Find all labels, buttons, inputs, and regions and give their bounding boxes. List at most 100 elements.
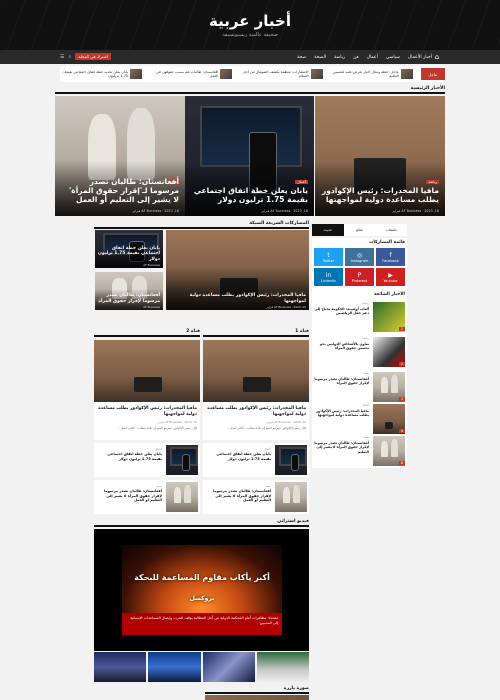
video-thumbnails	[94, 652, 309, 682]
video-player[interactable]: أكبر يأكاب مقاوم المساعمة للبحكة بروكسل …	[94, 529, 309, 651]
linkedin-icon: in	[325, 271, 332, 279]
tab-popular[interactable]: شائع	[343, 224, 376, 236]
hero-title[interactable]: يابان يعلن خطة اتفاق اجتماعي بقيمة 1.75 …	[190, 186, 308, 204]
popular-category[interactable]: أعمال	[362, 403, 369, 407]
small-card-title[interactable]: أفغانستان: طالبان تصدر مرسوما لإقرار حقو…	[98, 293, 160, 304]
popular-item[interactable]: 4 أعمال مافيا المخدرات: رئيس الإكوادور ي…	[314, 402, 405, 436]
youtube-icon: ▶	[388, 271, 393, 279]
ticker-text[interactable]: عاجل: خطة ومثال أخبار تعرض عليه لتحسين ا…	[331, 70, 399, 79]
nav-item-wellness[interactable]: صحة	[297, 55, 306, 60]
ticker-arrows-icon[interactable]: ‹ ›	[62, 70, 68, 76]
list-category[interactable]: أعمال	[155, 447, 162, 451]
section-header-quick: المشاركات السريعة الشبكة	[94, 221, 309, 229]
ticker-item[interactable]: أفغانستان: طالبات تلم بسبب حقوقهن في الع…	[150, 69, 233, 79]
popular-category[interactable]: رياضة	[362, 336, 369, 340]
popular-title[interactable]: تعاون بالأشخاص الدوليين نحو تحسين حقوق ا…	[314, 342, 369, 351]
pinterest-button[interactable]: P Pinterest	[345, 268, 374, 286]
pinterest-icon: P	[357, 271, 362, 279]
popular-item[interactable]: 3 صحة أفغانستان: طالبان تصدر مرسوما لإقر…	[314, 370, 405, 404]
list-title[interactable]: يابان يعلن خطة اتفاق اجتماعي بقيمة 1.75 …	[206, 452, 271, 461]
popular-title[interactable]: مافيا المخدرات: رئيس الإكوادور يطلب مساع…	[314, 409, 369, 418]
hero-card[interactable]: رياضة مافيا المخدرات: رئيس الإكوادور يطل…	[315, 96, 445, 216]
list-item[interactable]: أعمال يابان يعلن خطة اتفاق اجتماعي بقيمة…	[203, 443, 309, 477]
article-image	[203, 340, 309, 402]
popular-category[interactable]: صحة	[363, 435, 369, 439]
tab-recent[interactable]: حديث	[311, 224, 344, 236]
list-category[interactable]: صحة	[156, 484, 162, 488]
popular-title[interactable]: أفغانستان: طالبان تصدر مرسوما لإقرار حقو…	[314, 377, 369, 386]
article-card[interactable]: مافيا المخدرات: رئيس الإكوادور يطلب مساع…	[94, 340, 200, 440]
small-card[interactable]: يابان يعلن خطة اتفاق اجتماعي بقيمة 1.75 …	[95, 230, 163, 268]
popular-title[interactable]: أفغانستان: طالبان تصدر مرسوما لإقرار حقو…	[314, 441, 369, 454]
site-title[interactable]: أخبار عربية	[0, 12, 500, 30]
list-thumb	[166, 445, 198, 475]
article-title[interactable]: مافيا المخدرات: رئيس الإكوادور يطلب مساع…	[206, 406, 306, 417]
list-item[interactable]: صحة أفغانستان: طالبان تصدر مرسوما لإقرار…	[203, 480, 309, 514]
popular-category[interactable]: صحة	[363, 371, 369, 375]
article-image	[94, 340, 200, 402]
popular-title[interactable]: ألعاب أولمبية: الحكومة تحتاج إلى دعم حفل…	[314, 307, 369, 316]
category-badge[interactable]: رياضة	[426, 180, 439, 184]
list-title[interactable]: أفغانستان: طالبان تصدر مرسوما لإقرار حقو…	[97, 489, 162, 503]
section-title: صورة بارزة	[283, 686, 309, 691]
hero-title[interactable]: أفغانستان: طالبان تصدر مرسوما لـ'إقرار ح…	[61, 177, 179, 204]
hero-card[interactable]: أعمال يابان يعلن خطة اتفاق اجتماعي بقيمة…	[184, 96, 314, 216]
nav-item-health[interactable]: الصحة	[314, 55, 326, 60]
article-card[interactable]: مافيا المخدرات: رئيس الإكوادور يطلب مساع…	[203, 340, 309, 440]
facebook-button[interactable]: f Facebook	[376, 248, 405, 266]
site-tagline: صحيفة عالمية ريسبونسيفة	[222, 32, 278, 38]
hero-card[interactable]: صحة أفغانستان: طالبان تصدر مرسوما لـ'إقر…	[55, 96, 185, 216]
video-thumb[interactable]	[94, 652, 147, 682]
list-title[interactable]: أفغانستان: طالبان تصدر مرسوما لإقرار حقو…	[206, 489, 271, 503]
tab-comments[interactable]: تعليقات	[375, 224, 407, 236]
popular-item[interactable]: 1 رياضة ألعاب أولمبية: الحكومة تحتاج إلى…	[314, 300, 405, 334]
nav-item-sports[interactable]: رياضة	[334, 55, 345, 60]
home-icon[interactable]: ⌂	[432, 50, 442, 64]
hero-title[interactable]: مافيا المخدرات: رئيس الإكوادور يطلب مساع…	[321, 186, 439, 204]
featured-title[interactable]: مافيا المخدرات: رئيس الإكوادور يطلب مساع…	[169, 293, 306, 304]
list-category[interactable]: أعمال	[264, 447, 271, 451]
section-header-channel-1: قناة 1	[203, 329, 309, 337]
featured-card[interactable]: مافيا المخدرات: رئيس الإكوادور يطلب مساع…	[166, 230, 309, 310]
subscribe-button[interactable]: اشترك في المجلة	[75, 53, 111, 60]
hero-meta: AF Business · 2023 ,16 فبراير	[392, 209, 439, 213]
article-meta: AF Business · 2023 ,16 فبراير	[157, 420, 197, 424]
list-item[interactable]: صحة أفغانستان: طالبان تصدر مرسوما لإقرار…	[94, 480, 200, 514]
search-icon[interactable]: ⌕	[68, 54, 71, 60]
video-thumb[interactable]	[202, 652, 255, 682]
twitter-button[interactable]: t Twitter	[314, 248, 343, 266]
nav-item-politics[interactable]: سياسي	[386, 55, 400, 60]
nav-item-business[interactable]: أخبار الأعمال	[408, 55, 432, 60]
small-card-title[interactable]: يابان يعلن خطة اتفاق اجتماعي بقيمة 1.75 …	[98, 246, 160, 263]
ticker-item[interactable]: عاجل: خطة ومثال أخبار تعرض عليه لتحسين ا…	[331, 69, 413, 79]
video-thumb[interactable]	[256, 652, 309, 682]
instagram-button[interactable]: ◎ Instagram	[345, 248, 374, 266]
linkedin-button[interactable]: in LinkedIn	[314, 268, 343, 286]
sidebar-title: الأخبار الشائعة	[374, 292, 405, 297]
video-thumb[interactable]	[148, 652, 201, 682]
list-title[interactable]: يابان يعلن خطة اتفاق اجتماعي بقيمة 1.75 …	[97, 452, 162, 461]
section-header-bottom: صورة بارزة	[205, 686, 309, 694]
ticker-text[interactable]: الانتشارات: منظمة تكشف الصومال من أجل ال…	[240, 70, 309, 79]
popular-item[interactable]: 2 رياضة تعاون بالأشخاص الدوليين نحو تحسي…	[314, 335, 405, 369]
section-title: الأخبار الرئيسية	[410, 86, 445, 91]
list-item[interactable]: أعمال يابان يعلن خطة اتفاق اجتماعي بقيمة…	[94, 443, 200, 477]
section-header-video: فيديو استراتي	[94, 519, 309, 527]
featured-meta: AF Business · 2023 ,16 فبراير	[266, 305, 306, 309]
bottom-image[interactable]	[205, 695, 309, 700]
video-frame[interactable]: أكبر يأكاب مقاوم المساعمة للبحكة بروكسل …	[122, 545, 282, 635]
nav-item-work[interactable]: أعمال	[367, 55, 378, 60]
ticker-text[interactable]: أفغانستان: طالبات تلم بسبب حقوقهن في الع…	[150, 70, 218, 79]
category-badge[interactable]: أعمال	[295, 180, 308, 184]
nav-item-art[interactable]: فن	[353, 55, 359, 60]
list-category[interactable]: صحة	[265, 484, 271, 488]
ticker-item[interactable]: يابان يعلن تحديد خطة اتفاق اجتماعي بقيمة…	[60, 69, 143, 79]
menu-icon[interactable]: ☰	[60, 54, 64, 60]
popular-item[interactable]: 6 صحة أفغانستان: طالبان تصدر مرسوما لإقر…	[314, 434, 405, 468]
ticker-text[interactable]: يابان يعلن تحديد خطة اتفاق اجتماعي بقيمة…	[60, 70, 128, 79]
small-card[interactable]: أفغانستان: طالبان تصدر مرسوما لإقرار حقو…	[95, 272, 163, 310]
ticker-item[interactable]: الانتشارات: منظمة تكشف الصومال من أجل ال…	[240, 69, 323, 79]
popular-category[interactable]: رياضة	[362, 301, 369, 305]
youtube-button[interactable]: ▶ Youtube	[376, 268, 405, 286]
article-title[interactable]: مافيا المخدرات: رئيس الإكوادور يطلب مساع…	[97, 406, 197, 417]
